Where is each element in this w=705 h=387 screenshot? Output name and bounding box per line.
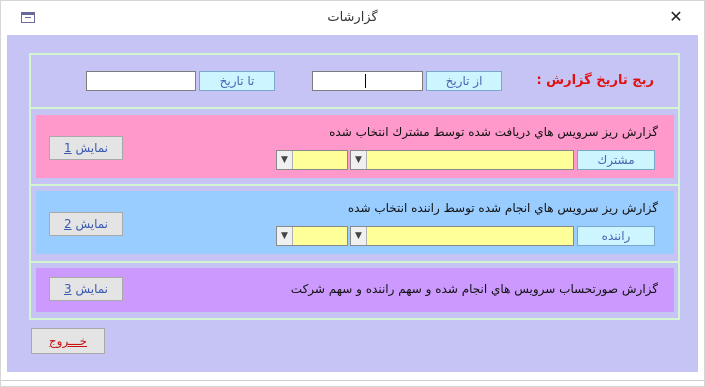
show-report-2-button[interactable]: نمايش 2 [49, 212, 123, 236]
button-label: نمايش [71, 141, 109, 155]
customer-sub-combo[interactable]: ▼ [276, 150, 348, 170]
title-bar: گزارشات ✕ [1, 1, 704, 35]
button-number: 1 [63, 141, 72, 155]
exit-button-label: خـــروج [48, 334, 88, 348]
to-date-label: تا تاريخ [199, 71, 275, 91]
to-date-input[interactable] [86, 71, 196, 91]
reports-window: گزارشات ✕ ربج تاريخ گزارش : از تاريخ تا … [0, 0, 705, 387]
driver-field-label: راننده [577, 226, 655, 246]
driver-combo[interactable]: ▼ [350, 226, 574, 246]
window-title: گزارشات [327, 10, 378, 25]
frame-divider [29, 261, 680, 263]
frame-divider [29, 184, 680, 186]
close-button[interactable]: ✕ [664, 6, 688, 28]
customer-report-title: گزارش ريز سرويس هاي دريافت شده توسط مشتر… [329, 125, 658, 139]
show-report-3-button[interactable]: نمايش 3 [49, 277, 123, 301]
driver-sub-combo[interactable]: ▼ [276, 226, 348, 246]
customer-combo[interactable]: ▼ [350, 150, 574, 170]
form-body: ربج تاريخ گزارش : از تاريخ تا تاريخ گزار… [7, 35, 698, 372]
date-range-label: ربج تاريخ گزارش : [536, 73, 654, 88]
invoice-report-section: گزارش صورتحساب سرويس هاي انجام شده و سهم… [36, 268, 674, 312]
chevron-down-icon[interactable]: ▼ [277, 151, 293, 169]
chevron-down-icon[interactable]: ▼ [351, 151, 367, 169]
driver-report-section: گزارش ريز سرويس هاي انجام شده توسط رانند… [36, 191, 674, 254]
button-number: 2 [63, 217, 72, 231]
bottom-edge [1, 380, 704, 381]
chevron-down-icon[interactable]: ▼ [351, 227, 367, 245]
driver-report-title: گزارش ريز سرويس هاي انجام شده توسط رانند… [347, 201, 658, 215]
button-label: نمايش [71, 217, 109, 231]
button-label: نمايش [71, 282, 109, 296]
button-number: 3 [63, 282, 72, 296]
show-report-1-button[interactable]: نمايش 1 [49, 136, 123, 160]
text-caret [365, 74, 366, 88]
invoice-report-title: گزارش صورتحساب سرويس هاي انجام شده و سهم… [290, 282, 658, 296]
frame-divider [29, 107, 680, 109]
customer-report-section: گزارش ريز سرويس هاي دريافت شده توسط مشتر… [36, 115, 674, 178]
from-date-input[interactable] [312, 71, 423, 91]
chevron-down-icon[interactable]: ▼ [277, 227, 293, 245]
from-date-label: از تاريخ [426, 71, 502, 91]
customer-field-label: مشترك [577, 150, 655, 170]
exit-button[interactable]: خـــروج [31, 328, 105, 354]
